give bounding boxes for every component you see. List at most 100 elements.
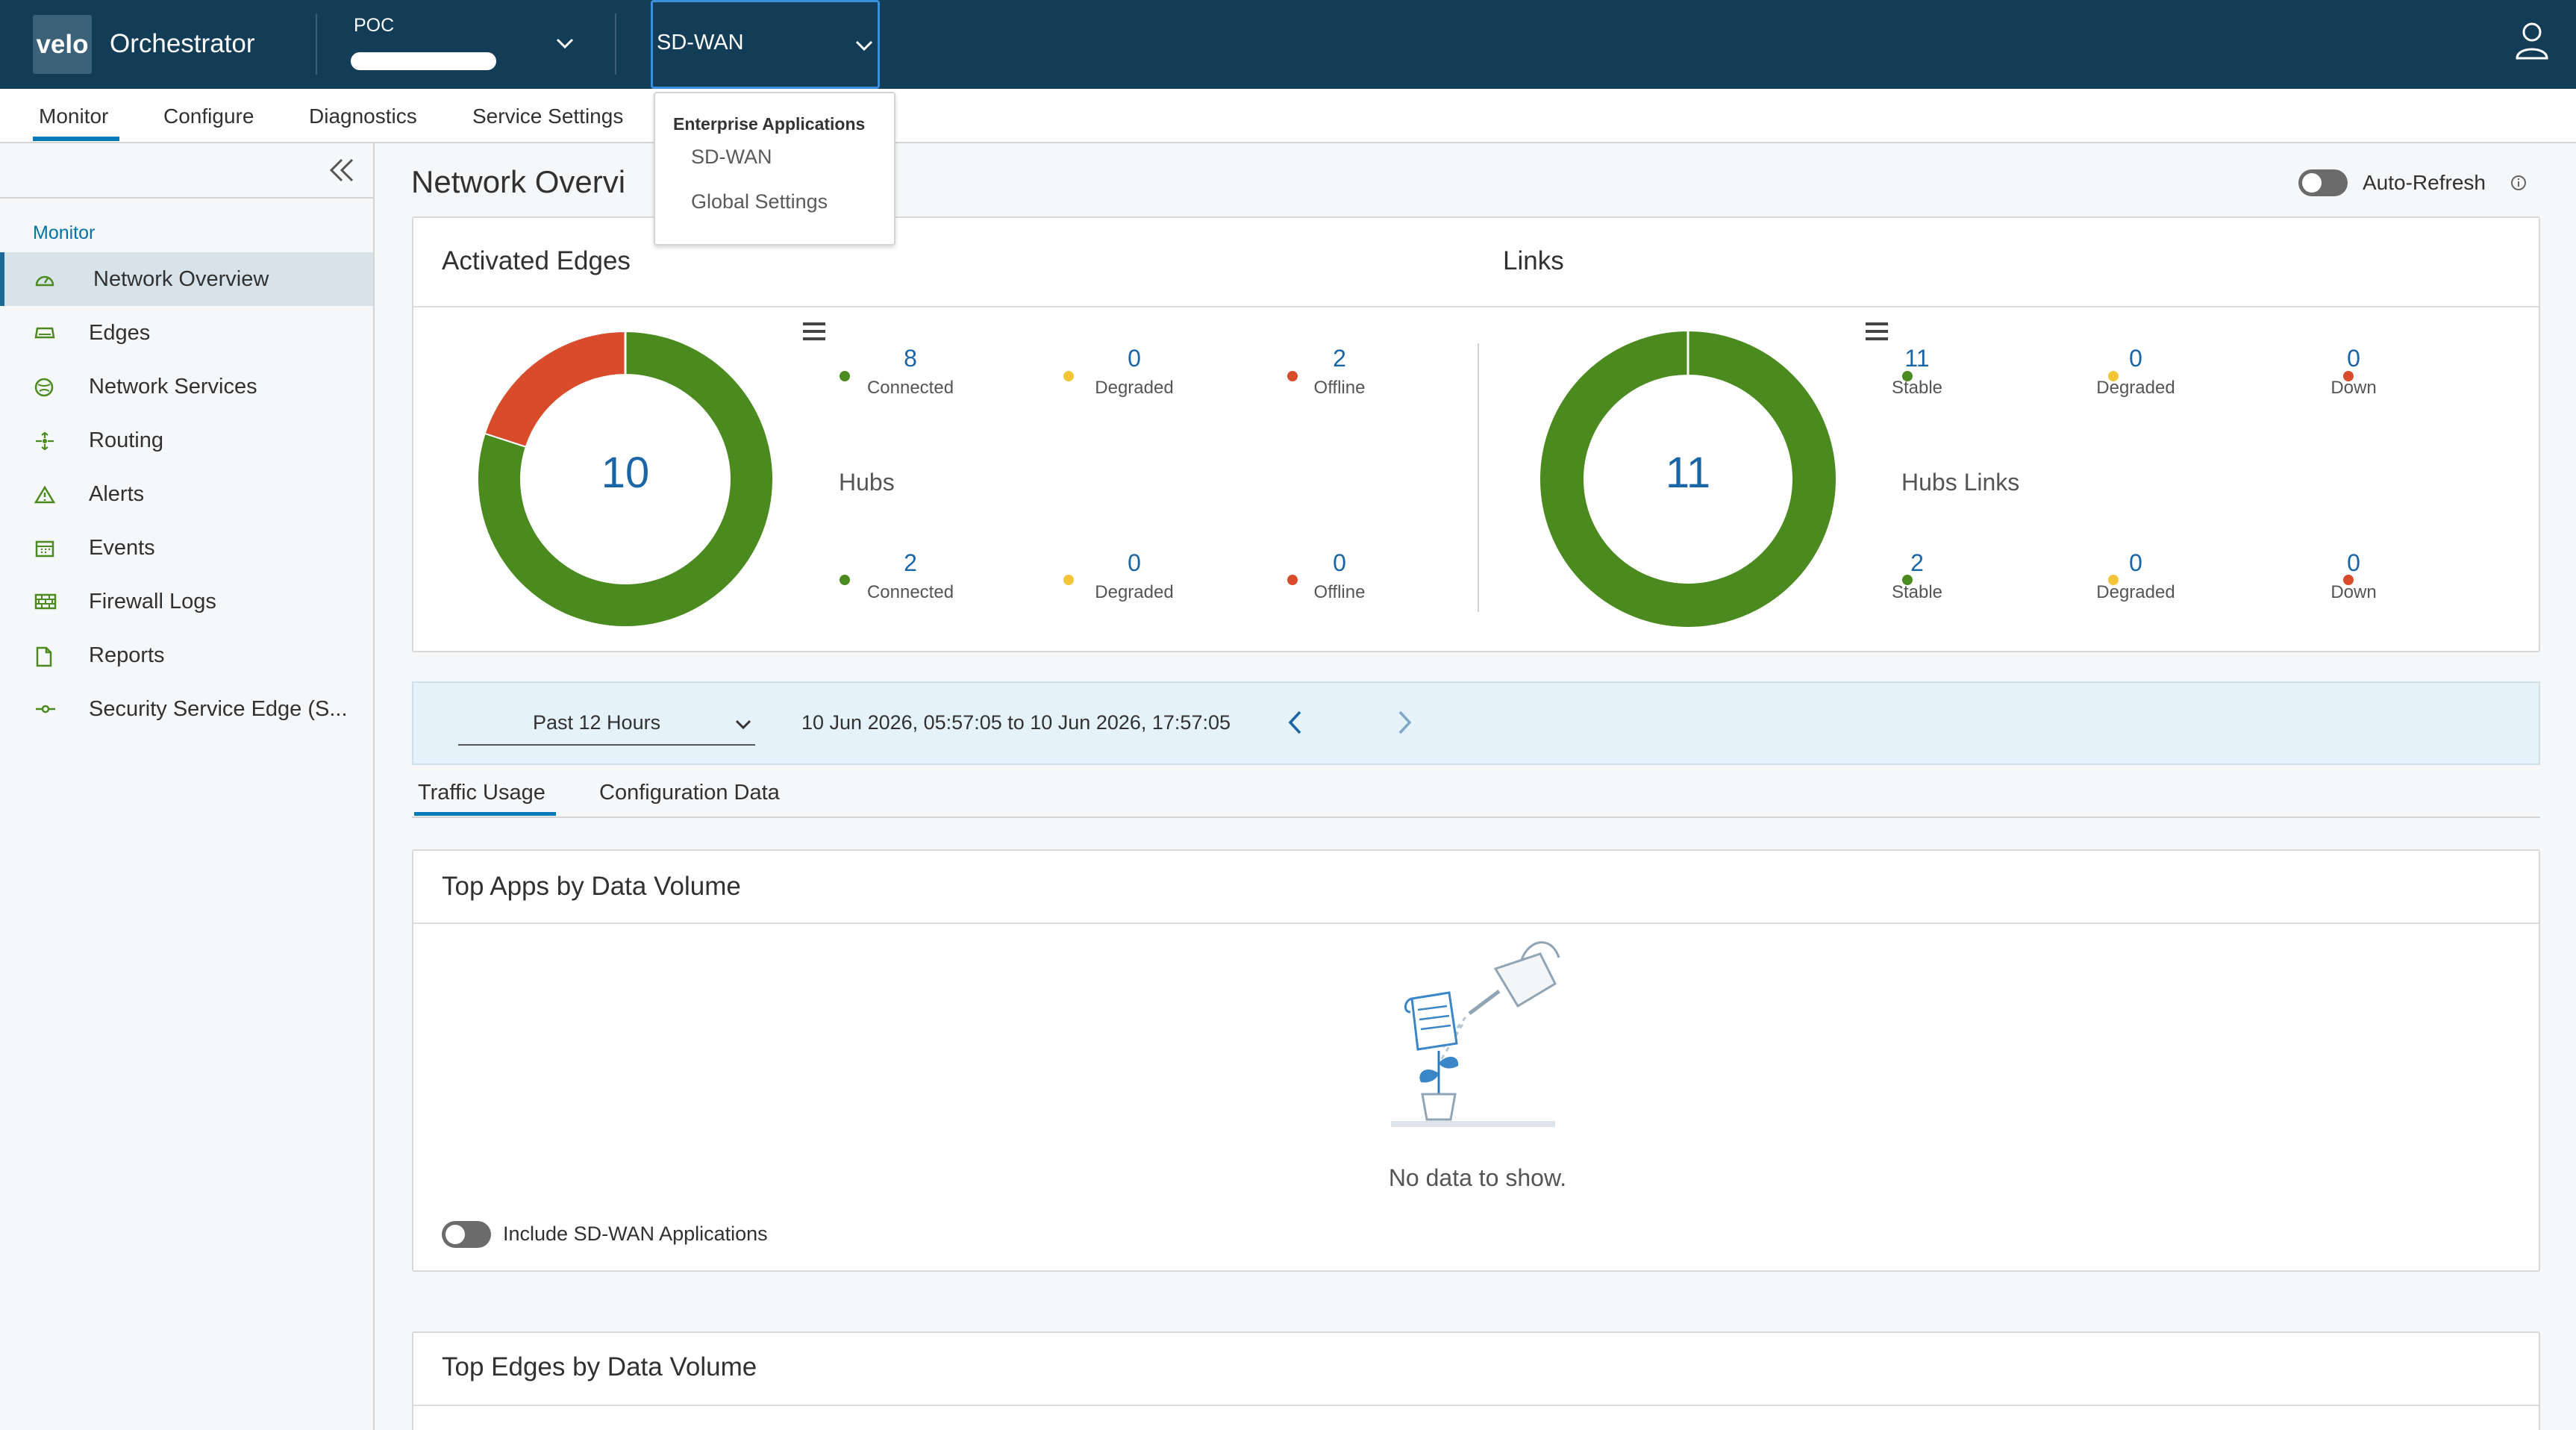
card-divider	[413, 1405, 2539, 1406]
dropdown-heading: Enterprise Applications	[673, 114, 866, 134]
sidebar-item-label: Network Services	[89, 375, 257, 399]
edges-total: 10	[601, 449, 650, 497]
edge-device-icon	[34, 327, 55, 339]
app-selector-value: SD-WAN	[657, 31, 744, 54]
links-title: Links	[1503, 246, 1564, 275]
routing-icon	[36, 431, 54, 451]
links-total: 11	[1665, 449, 1711, 497]
links-degraded-stat[interactable]: 0 Degraded	[2069, 343, 2203, 399]
sidebar-item-label: Security Service Edge (S...	[89, 697, 348, 721]
summary-card: Activated Edges Links 10 8 Connected 0 Deg…	[412, 216, 2540, 652]
sidebar-item-label: Edges	[89, 321, 151, 345]
sidebar-item-label: Reports	[89, 643, 165, 667]
next-period-icon[interactable]	[1395, 710, 1413, 735]
dropdown-item-global-settings[interactable]: Global Settings	[691, 190, 828, 213]
page-title: Network Overvi	[411, 164, 626, 199]
header-divider	[316, 13, 317, 75]
header-divider	[615, 13, 616, 75]
previous-period-icon[interactable]	[1287, 710, 1304, 735]
collapse-sidebar-icon[interactable]	[327, 157, 357, 184]
customer-name-redacted	[351, 52, 496, 70]
top-edges-card: Top Edges by Data Volume	[412, 1331, 2540, 1430]
include-sdwan-apps-label: Include SD-WAN Applications	[503, 1223, 768, 1245]
chevron-down-icon	[855, 40, 873, 51]
hubs-connected-stat[interactable]: 2 Connected	[843, 548, 978, 603]
sidebar-item-firewall-logs[interactable]: Firewall Logs	[0, 575, 373, 628]
active-subtab-indicator	[414, 812, 556, 816]
sidebar: Monitor Network Overview Edges Network S…	[0, 143, 375, 1430]
tab-traffic-usage[interactable]: Traffic Usage	[418, 781, 545, 805]
sidebar-item-label: Routing	[89, 428, 163, 452]
info-icon[interactable]	[2510, 175, 2527, 191]
user-icon[interactable]	[2515, 21, 2549, 60]
edges-slice-offline[interactable]	[484, 330, 626, 448]
no-data-text: No data to show.	[1388, 1164, 1567, 1191]
tab-service-settings[interactable]: Service Settings	[472, 104, 623, 128]
menu-icon[interactable]	[1864, 321, 1889, 342]
edges-degraded-stat[interactable]: 0 Degraded	[1067, 343, 1201, 399]
chevron-down-icon	[735, 719, 751, 730]
time-period-value: Past 12 Hours	[533, 711, 661, 734]
dropdown-item-sdwan[interactable]: SD-WAN	[691, 146, 772, 169]
firewall-icon	[34, 593, 57, 610]
document-icon	[36, 646, 52, 667]
hubs-label: Hubs	[839, 469, 895, 496]
chevron-down-icon	[556, 38, 574, 49]
hubs-offline-stat[interactable]: 0 Offline	[1272, 548, 1407, 603]
menu-icon[interactable]	[801, 321, 827, 342]
security-edge-icon	[36, 705, 55, 714]
sidebar-item-label: Alerts	[89, 482, 145, 506]
edges-connected-stat[interactable]: 8 Connected	[843, 343, 978, 399]
sidebar-section-label: Monitor	[33, 222, 96, 243]
time-range-text: 10 Jun 2026, 05:57:05 to 10 Jun 2026, 17…	[801, 711, 1231, 734]
sidebar-item-events[interactable]: Events	[0, 521, 373, 575]
subtab-divider	[412, 817, 2540, 818]
links-down-stat[interactable]: 0 Down	[2286, 343, 2421, 399]
app-dropdown-menu: Enterprise Applications SD-WAN Global Se…	[654, 92, 895, 246]
hubs-links-label: Hubs Links	[1901, 469, 2020, 496]
sidebar-item-routing[interactable]: Routing	[0, 413, 373, 467]
sidebar-item-label: Firewall Logs	[89, 590, 216, 613]
tab-configuration-data[interactable]: Configuration Data	[599, 781, 780, 805]
time-range-bar: Past 12 Hours 10 Jun 2026, 05:57:05 to 1…	[412, 681, 2540, 765]
hubs-links-down-stat[interactable]: 0 Down	[2286, 548, 2421, 603]
card-vertical-divider	[1478, 343, 1479, 612]
top-header: velo Orchestrator POC SD-WAN	[0, 0, 2576, 89]
active-tab-indicator	[33, 137, 119, 141]
top-edges-title: Top Edges by Data Volume	[442, 1352, 757, 1381]
include-sdwan-apps-toggle[interactable]	[442, 1221, 491, 1248]
customer-label: POC	[354, 15, 395, 36]
tab-diagnostics[interactable]: Diagnostics	[309, 104, 417, 128]
auto-refresh-label: Auto-Refresh	[2363, 171, 2486, 194]
top-apps-title: Top Apps by Data Volume	[442, 872, 741, 901]
hubs-degraded-stat[interactable]: 0 Degraded	[1067, 548, 1201, 603]
calendar-icon	[35, 540, 54, 558]
tab-configure[interactable]: Configure	[163, 104, 254, 128]
sidebar-item-alerts[interactable]: Alerts	[0, 467, 373, 521]
sidebar-item-edges[interactable]: Edges	[0, 306, 373, 360]
card-divider	[413, 306, 2539, 307]
empty-state-illustration-icon	[1391, 941, 1560, 1127]
app-name: Orchestrator	[110, 29, 255, 58]
activated-edges-title: Activated Edges	[442, 246, 631, 275]
gauge-icon	[35, 275, 54, 287]
edges-offline-stat[interactable]: 2 Offline	[1272, 343, 1407, 399]
tab-monitor[interactable]: Monitor	[39, 104, 108, 128]
alert-triangle-icon	[34, 485, 55, 504]
sidebar-item-reports[interactable]: Reports	[0, 628, 373, 682]
sidebar-divider	[0, 197, 373, 199]
links-stable-stat[interactable]: 11 Stable	[1850, 343, 1984, 399]
sidebar-item-label: Events	[89, 536, 155, 560]
main-tab-bar: Monitor Configure Diagnostics Service Se…	[0, 89, 2576, 143]
velo-logo: velo	[33, 15, 92, 74]
app-selector[interactable]: SD-WAN	[651, 0, 880, 89]
sidebar-item-network-overview[interactable]: Network Overview	[0, 252, 373, 306]
auto-refresh-toggle[interactable]	[2298, 169, 2348, 196]
time-period-select[interactable]: Past 12 Hours	[458, 711, 755, 746]
sidebar-item-security-service-edge[interactable]: Security Service Edge (S...	[0, 682, 373, 736]
hubs-links-stable-stat[interactable]: 2 Stable	[1850, 548, 1984, 603]
sidebar-item-network-services[interactable]: Network Services	[0, 360, 373, 413]
top-apps-card: Top Apps by Data Volume No data to show.…	[412, 849, 2540, 1272]
hubs-links-degraded-stat[interactable]: 0 Degraded	[2069, 548, 2203, 603]
globe-icon	[34, 378, 54, 397]
